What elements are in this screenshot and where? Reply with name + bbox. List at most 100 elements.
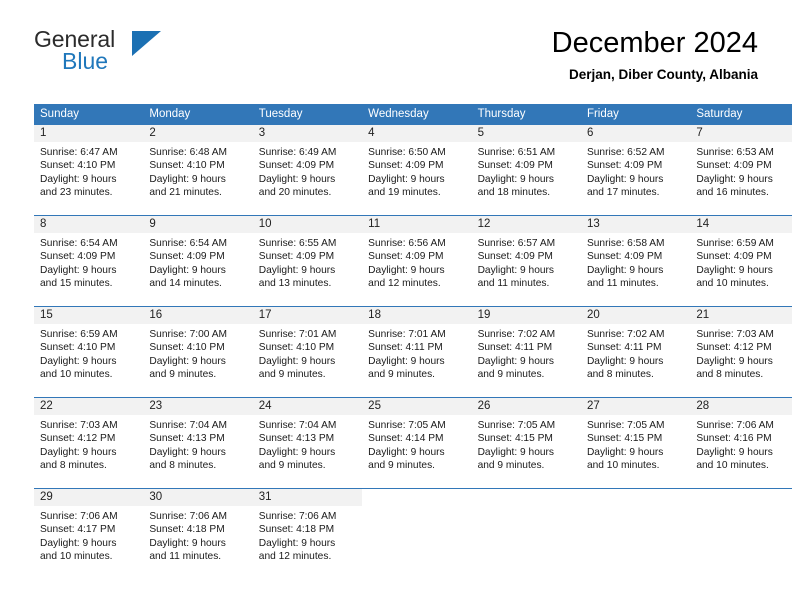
weekday-header-tuesday: Tuesday [252,104,363,125]
day-cell-28[interactable]: 28 Sunrise: 7:06 AM Sunset: 4:16 PM Dayligh… [690,398,792,488]
day-detail-line: Sunset: 4:15 PM [477,433,553,445]
day-detail-line: Daylight: 9 hours [258,355,336,367]
day-detail-line: Sunset: 4:09 PM [586,251,663,263]
day-detail-line: Daylight: 9 hours [258,173,336,185]
day-number: 12 [471,216,581,233]
day-cell-14[interactable]: 14 Sunrise: 6:59 AM Sunset: 4:09 PM Dayligh… [690,216,792,306]
day-cell-31[interactable]: 31 Sunrise: 7:06 AM Sunset: 4:18 PM Dayligh… [252,489,363,579]
day-number: 17 [252,307,363,324]
day-cell-12[interactable]: 12 Sunrise: 6:57 AM Sunset: 4:09 PM Dayligh… [471,216,581,306]
triangle-icon [132,31,161,56]
day-detail-line: Sunrise: 7:04 AM [149,420,227,431]
day-cell-26[interactable]: 26 Sunrise: 7:05 AM Sunset: 4:15 PM Dayligh… [471,398,581,488]
day-detail-line: and 12 minutes. [258,551,332,563]
day-cell-16[interactable]: 16 Sunrise: 7:00 AM Sunset: 4:10 PM Dayligh… [143,307,253,397]
day-cell-8[interactable]: 8 Sunrise: 6:54 AM Sunset: 4:09 PM Daylight… [34,216,144,306]
day-cell: 16 Sunrise: 7:00 AM Sunset: 4:10 PM Dayligh… [143,306,253,398]
day-cell-7[interactable]: 7 Sunrise: 6:53 AM Sunset: 4:09 PM Daylight… [690,125,792,215]
day-detail-line: Sunset: 4:10 PM [149,160,225,172]
day-number: 19 [471,307,581,324]
day-cell: 5 Sunrise: 6:51 AM Sunset: 4:09 PM Daylight… [471,125,581,216]
day-detail-lines [362,506,471,510]
day-detail-line: and 8 minutes. [696,369,764,381]
day-cell-21[interactable]: 21 Sunrise: 7:03 AM Sunset: 4:12 PM Dayligh… [690,307,792,397]
day-detail-line: Sunset: 4:13 PM [258,433,335,445]
day-detail-lines: Sunrise: 7:06 AM Sunset: 4:18 PM Daylight:… [143,506,252,564]
weekday-header-thursday: Thursday [471,104,581,125]
day-cell: 14 Sunrise: 6:59 AM Sunset: 4:09 PM Dayligh… [690,215,792,307]
day-detail-line: Sunset: 4:11 PM [368,342,443,354]
day-cell-24[interactable]: 24 Sunrise: 7:04 AM Sunset: 4:13 PM Dayligh… [252,398,363,488]
day-detail-line: Sunrise: 7:02 AM [586,329,665,340]
brand-logo-blue-text: Blue [62,48,109,74]
day-detail-line: and 8 minutes. [40,460,107,472]
day-detail-line: Daylight: 9 hours [477,264,555,276]
day-cell-11[interactable]: 11 Sunrise: 6:56 AM Sunset: 4:09 PM Dayligh… [362,216,472,306]
brand-logo[interactable]: General Blue [34,26,254,82]
day-detail-line: Daylight: 9 hours [149,446,226,458]
weekday-header-saturday: Saturday [690,104,792,125]
day-cell-9[interactable]: 9 Sunrise: 6:54 AM Sunset: 4:09 PM Daylight… [143,216,253,306]
day-detail-line: and 21 minutes. [149,187,222,199]
day-detail-line: Sunrise: 6:56 AM [368,238,446,249]
day-cell-13[interactable]: 13 Sunrise: 6:58 AM Sunset: 4:09 PM Dayligh… [580,216,691,306]
day-detail-line: Daylight: 9 hours [477,173,555,185]
day-detail-line: and 16 minutes. [696,187,769,199]
day-detail-line: and 10 minutes. [586,460,660,472]
day-cell-2[interactable]: 2 Sunrise: 6:48 AM Sunset: 4:10 PM Daylight… [143,125,253,215]
day-cell-15[interactable]: 15 Sunrise: 6:59 AM Sunset: 4:10 PM Dayligh… [34,307,144,397]
day-cell-6[interactable]: 6 Sunrise: 6:52 AM Sunset: 4:09 PM Daylight… [580,125,691,215]
day-detail-line: Sunrise: 7:02 AM [477,329,556,340]
day-detail-line: Sunrise: 6:47 AM [40,147,118,158]
day-detail-lines: Sunrise: 6:47 AM Sunset: 4:10 PM Daylight:… [34,142,143,200]
day-detail-line: Sunrise: 6:50 AM [368,147,446,158]
day-detail-line: Sunset: 4:09 PM [477,251,553,263]
day-detail-lines: Sunrise: 6:49 AM Sunset: 4:09 PM Daylight:… [253,142,362,200]
day-detail-line: Sunset: 4:10 PM [258,342,335,354]
day-detail-line: Sunrise: 6:51 AM [477,147,556,158]
day-detail-lines: Sunrise: 7:04 AM Sunset: 4:13 PM Daylight:… [253,415,362,473]
day-detail-line: Sunset: 4:09 PM [258,160,335,172]
day-detail-lines: Sunrise: 6:48 AM Sunset: 4:10 PM Daylight:… [143,142,252,200]
day-cell-1[interactable]: 1 Sunrise: 6:47 AM Sunset: 4:10 PM Daylight… [34,125,144,215]
day-detail-lines: Sunrise: 6:58 AM Sunset: 4:09 PM Daylight:… [581,233,690,291]
day-detail-lines: Sunrise: 7:02 AM Sunset: 4:11 PM Daylight:… [581,324,690,382]
day-detail-lines: Sunrise: 6:51 AM Sunset: 4:09 PM Daylight:… [472,142,581,200]
day-number [690,489,792,506]
title-block: December 2024 Derjan, Diber County, Alba… [552,26,758,85]
day-detail-line: Sunrise: 6:54 AM [149,238,227,249]
day-cell-18[interactable]: 18 Sunrise: 7:01 AM Sunset: 4:11 PM Dayligh… [362,307,472,397]
day-detail-line: Sunset: 4:18 PM [149,524,225,536]
day-cell-10[interactable]: 10 Sunrise: 6:55 AM Sunset: 4:09 PM Dayligh… [252,216,363,306]
day-cell: 23 Sunrise: 7:04 AM Sunset: 4:13 PM Dayligh… [143,397,253,489]
day-cell-empty [690,489,792,579]
day-detail-line: and 10 minutes. [40,369,113,381]
day-cell-29[interactable]: 29 Sunrise: 7:06 AM Sunset: 4:17 PM Dayligh… [34,489,144,579]
day-cell: 3 Sunrise: 6:49 AM Sunset: 4:09 PM Daylight… [252,125,363,216]
day-cell-17[interactable]: 17 Sunrise: 7:01 AM Sunset: 4:10 PM Dayligh… [252,307,363,397]
day-cell-4[interactable]: 4 Sunrise: 6:50 AM Sunset: 4:09 PM Daylight… [362,125,472,215]
day-cell-27[interactable]: 27 Sunrise: 7:05 AM Sunset: 4:15 PM Dayligh… [580,398,691,488]
day-cell-5[interactable]: 5 Sunrise: 6:51 AM Sunset: 4:09 PM Daylight… [471,125,581,215]
day-cell-23[interactable]: 23 Sunrise: 7:04 AM Sunset: 4:13 PM Dayligh… [143,398,253,488]
day-cell: 18 Sunrise: 7:01 AM Sunset: 4:11 PM Dayligh… [362,306,472,398]
day-detail-line: and 9 minutes. [368,460,435,472]
day-cell-22[interactable]: 22 Sunrise: 7:03 AM Sunset: 4:12 PM Dayligh… [34,398,144,488]
page-header: General Blue December 2024 Derjan, Diber… [34,26,758,96]
day-cell-30[interactable]: 30 Sunrise: 7:06 AM Sunset: 4:18 PM Dayligh… [143,489,253,579]
day-detail-line: and 11 minutes. [149,551,222,563]
day-detail-lines: Sunrise: 7:02 AM Sunset: 4:11 PM Daylight:… [472,324,581,382]
day-detail-lines: Sunrise: 6:59 AM Sunset: 4:10 PM Daylight:… [34,324,143,382]
day-number: 6 [580,125,691,142]
day-cell-3[interactable]: 3 Sunrise: 6:49 AM Sunset: 4:09 PM Daylight… [252,125,363,215]
day-detail-lines: Sunrise: 6:52 AM Sunset: 4:09 PM Daylight:… [581,142,690,200]
day-cell-20[interactable]: 20 Sunrise: 7:02 AM Sunset: 4:11 PM Dayligh… [580,307,691,397]
day-detail-line: Sunset: 4:15 PM [586,433,663,445]
day-cell-19[interactable]: 19 Sunrise: 7:02 AM Sunset: 4:11 PM Dayligh… [471,307,581,397]
day-detail-line: Sunset: 4:10 PM [149,342,225,354]
day-cell: 29 Sunrise: 7:06 AM Sunset: 4:17 PM Dayligh… [34,488,144,579]
day-detail-lines: Sunrise: 7:01 AM Sunset: 4:11 PM Daylight:… [362,324,471,382]
day-detail-line: Sunrise: 6:59 AM [696,238,774,249]
day-cell-25[interactable]: 25 Sunrise: 7:05 AM Sunset: 4:14 PM Dayligh… [362,398,472,488]
day-detail-lines: Sunrise: 6:56 AM Sunset: 4:09 PM Daylight:… [362,233,471,291]
